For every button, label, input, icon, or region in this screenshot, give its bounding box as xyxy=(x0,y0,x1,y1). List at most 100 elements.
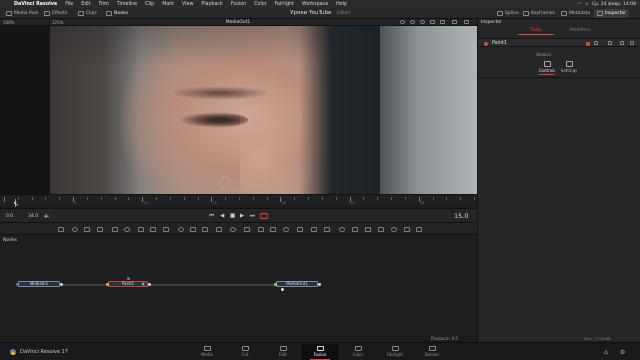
viewer-option-icon-4[interactable] xyxy=(430,20,435,24)
node-mediaout1-input-port[interactable] xyxy=(274,283,277,286)
play-icon[interactable]: ▶ xyxy=(240,213,244,219)
node-mediain1-input-port[interactable] xyxy=(16,283,19,286)
viewer-zoom-select[interactable]: 100% xyxy=(3,20,14,25)
menubar-clock[interactable]: Ср, 24 февр. 14:08 xyxy=(592,2,636,7)
viewer-option-icon-6[interactable] xyxy=(452,20,457,24)
page-cut[interactable]: Cut xyxy=(227,344,263,360)
page-deliver[interactable]: Deliver xyxy=(414,344,450,360)
menu-edit[interactable]: Edit xyxy=(77,2,94,7)
fusion-tool-icon[interactable] xyxy=(112,226,118,232)
viewer-option-icon-2[interactable] xyxy=(410,20,415,24)
menu-color[interactable]: Color xyxy=(250,2,271,7)
fusion-tool-icon[interactable] xyxy=(270,226,276,232)
nodes-button[interactable]: Nodes xyxy=(106,11,128,16)
fusion-tool-icon[interactable] xyxy=(244,226,250,232)
keyframes-button[interactable]: Keyframes xyxy=(520,9,558,18)
speaker-icon[interactable]: 🔈 xyxy=(44,213,50,219)
fusion-tool-icon[interactable] xyxy=(150,226,156,232)
fusion-tool-icon[interactable] xyxy=(297,226,303,232)
fusion-tool-icon[interactable] xyxy=(202,226,208,232)
fusion-tool-icon[interactable] xyxy=(58,226,64,232)
node-color-badge[interactable] xyxy=(586,41,590,46)
menu-davinci-resolve[interactable]: DaVinci Resolve xyxy=(10,2,61,7)
menu-fairlight[interactable]: Fairlight xyxy=(271,2,298,7)
node-reset-icon[interactable] xyxy=(620,41,624,45)
subtab-controls[interactable]: Controls xyxy=(538,61,556,75)
viewer-panel[interactable] xyxy=(0,26,477,194)
go-to-start-icon[interactable]: ⏮ xyxy=(209,213,214,220)
render-end-field[interactable]: 34.0 xyxy=(28,214,38,219)
fusion-tool-icon[interactable] xyxy=(163,226,169,232)
menu-trim[interactable]: Trim xyxy=(95,2,113,7)
inspector-node-header[interactable]: Paint1 xyxy=(478,38,640,47)
fusion-tool-icon[interactable] xyxy=(404,226,410,232)
fusion-tool-icon[interactable] xyxy=(72,226,78,232)
menu-help[interactable]: Help xyxy=(332,2,351,7)
page-fairlight[interactable]: Fairlight xyxy=(377,344,413,360)
media-pool-button[interactable]: Media Pool xyxy=(6,11,38,16)
fusion-tool-icon[interactable] xyxy=(416,226,422,232)
node-mediaout1-output-port[interactable] xyxy=(318,283,321,286)
fusion-tool-icon[interactable] xyxy=(84,226,90,232)
fusion-tool-icon[interactable] xyxy=(258,226,264,232)
page-media[interactable]: Media xyxy=(189,344,225,360)
node-mediaout1[interactable]: MediaOut1 xyxy=(276,281,318,287)
viewer-option-icon-3[interactable] xyxy=(420,20,425,24)
tab-modifiers[interactable]: Modifiers xyxy=(562,28,598,35)
fusion-tool-icon[interactable] xyxy=(365,226,371,232)
node-enable-icon[interactable] xyxy=(484,41,488,46)
go-to-end-icon[interactable]: ⏭ xyxy=(250,213,255,220)
node-version-icon[interactable] xyxy=(594,41,598,45)
fusion-tool-icon[interactable] xyxy=(283,226,289,232)
node-lock-icon[interactable] xyxy=(608,41,612,45)
menu-timeline[interactable]: Timeline xyxy=(113,2,141,7)
node-mediain1[interactable]: MediaIn1 xyxy=(18,281,60,287)
fusion-tool-icon[interactable] xyxy=(178,226,184,232)
spline-button[interactable]: Spline xyxy=(494,9,522,18)
menu-clip[interactable]: Clip xyxy=(141,2,158,7)
fusion-tool-icon[interactable] xyxy=(230,226,236,232)
loop-icon[interactable] xyxy=(260,212,268,219)
home-icon[interactable]: ⌂ xyxy=(604,349,608,356)
effects-button[interactable]: Effects xyxy=(44,11,67,16)
viewer-option-icon-1[interactable] xyxy=(400,20,405,24)
menu-workspace[interactable]: Workspace xyxy=(298,2,332,7)
node-mediain1-output-port[interactable] xyxy=(60,283,63,286)
menu-mark[interactable]: Mark xyxy=(158,2,178,7)
fusion-tool-icon[interactable] xyxy=(124,226,130,232)
viewer-option-icon-7[interactable] xyxy=(464,20,469,24)
wifi-icon[interactable]: ◠ xyxy=(578,2,582,7)
fusion-tool-icon[interactable] xyxy=(391,226,397,232)
page-color[interactable]: Color xyxy=(340,344,376,360)
fusion-tool-icon[interactable] xyxy=(216,226,222,232)
node-paint1-output-port[interactable] xyxy=(148,283,151,286)
search-icon[interactable]: ⌕ xyxy=(585,1,588,7)
page-edit[interactable]: Edit xyxy=(265,344,301,360)
current-frame-field[interactable]: 15.0 xyxy=(454,212,468,220)
viewer-option-icon-5[interactable] xyxy=(440,20,445,24)
clips-button[interactable]: Clips xyxy=(78,11,97,16)
stop-icon[interactable]: ■ xyxy=(230,213,235,219)
fusion-tool-icon[interactable] xyxy=(311,226,317,232)
menu-view[interactable]: View xyxy=(178,2,197,7)
fusion-tool-icon[interactable] xyxy=(324,226,330,232)
fusion-tool-icon[interactable] xyxy=(97,226,103,232)
time-ruler[interactable]: 5 10 15 20 25 30 xyxy=(0,194,477,206)
viewer-frame-image[interactable] xyxy=(50,26,477,194)
render-start-field[interactable]: 0.0 xyxy=(6,214,13,219)
metadata-button[interactable]: Metadata xyxy=(558,9,593,18)
menu-fusion[interactable]: Fusion xyxy=(227,2,250,7)
fusion-tool-icon[interactable] xyxy=(138,226,144,232)
fusion-tool-icon[interactable] xyxy=(190,226,196,232)
tab-tools[interactable]: Tools xyxy=(518,28,554,35)
viewer-zoom-select-2[interactable]: 125% xyxy=(52,20,63,25)
page-fusion[interactable]: Fusion xyxy=(302,344,338,360)
step-back-icon[interactable]: ◀ xyxy=(220,213,224,219)
node-menu-icon[interactable] xyxy=(630,41,634,45)
nodes-panel[interactable]: Nodes MediaIn1 Paint1 ◐ MediaOut1 xyxy=(0,235,477,335)
node-paint1-effect-mask-port[interactable] xyxy=(127,277,130,280)
menu-playback[interactable]: Playback xyxy=(197,2,226,7)
subtab-settings[interactable]: Settings xyxy=(560,61,578,74)
inspector-button[interactable]: Inspector xyxy=(594,9,629,18)
fusion-tool-icon[interactable] xyxy=(352,226,358,232)
